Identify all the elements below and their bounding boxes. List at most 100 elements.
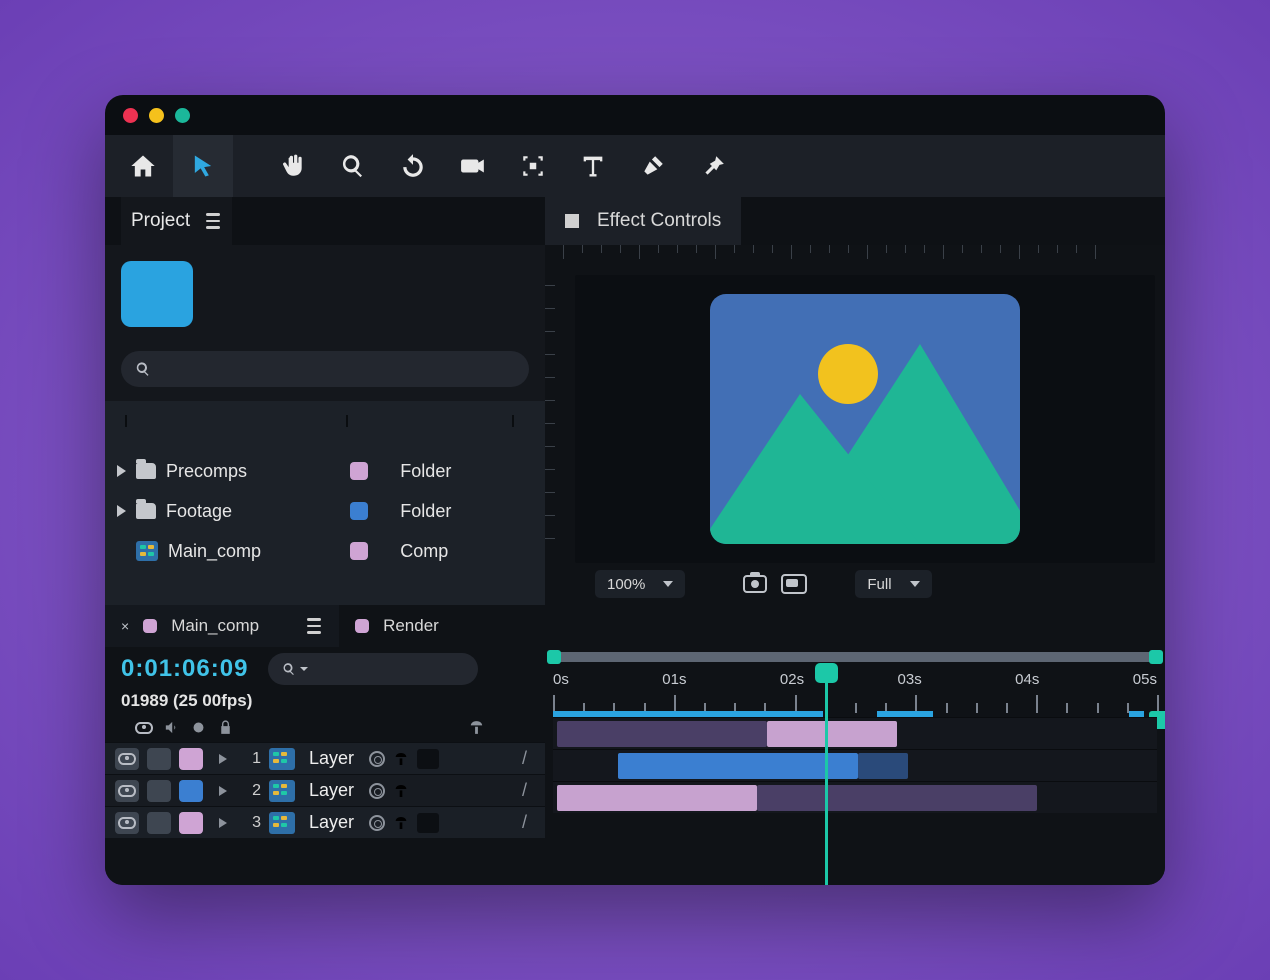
work-area-range[interactable]: [553, 652, 1157, 662]
project-tab[interactable]: Project: [121, 197, 232, 245]
maximize-window-button[interactable]: [175, 108, 190, 123]
audio-column-icon[interactable]: [163, 719, 180, 736]
project-bins: Precomps Footage Main_comp: [105, 401, 545, 605]
bin-type-comp[interactable]: Comp: [350, 537, 533, 565]
layer-index: 2: [243, 782, 261, 800]
selection-tool[interactable]: [173, 135, 233, 197]
shy-toggle-icon[interactable]: [393, 751, 409, 767]
visibility-toggle[interactable]: [115, 812, 139, 834]
clip[interactable]: [618, 753, 858, 779]
text-tool[interactable]: [563, 135, 623, 197]
bin-footage[interactable]: Footage: [117, 497, 340, 525]
layer-index: 1: [243, 750, 261, 768]
minimize-window-button[interactable]: [149, 108, 164, 123]
time-label: 05s: [1133, 671, 1157, 688]
pin-tool[interactable]: [683, 135, 743, 197]
track-2[interactable]: [553, 749, 1157, 781]
audio-toggle[interactable]: [147, 748, 171, 770]
close-tab-button[interactable]: ×: [121, 618, 129, 634]
clip[interactable]: [557, 785, 757, 811]
layer-color-swatch[interactable]: [179, 780, 203, 802]
zoom-tool[interactable]: [323, 135, 383, 197]
resolution-dropdown[interactable]: Full: [855, 570, 931, 598]
layer-color-swatch[interactable]: [179, 812, 203, 834]
bin-label: Main_comp: [168, 541, 261, 562]
layer-row[interactable]: 3 Layer /: [105, 806, 545, 838]
timeline-tracks: [545, 717, 1165, 813]
app-window: Project Precomps: [105, 95, 1165, 885]
bin-type-folder-2[interactable]: Folder: [350, 497, 533, 525]
timeline-tab-render[interactable]: Render: [339, 605, 455, 647]
work-area-start-handle[interactable]: [547, 650, 561, 664]
snapshot-button[interactable]: [743, 575, 767, 593]
bin-main-comp[interactable]: Main_comp: [117, 537, 340, 565]
solo-toggle[interactable]: [211, 780, 235, 802]
app-body: Project Precomps: [105, 197, 1165, 885]
parent-link-icon[interactable]: /: [522, 780, 527, 801]
visibility-column-icon[interactable]: [135, 722, 153, 734]
layer-row[interactable]: 2 Layer /: [105, 774, 545, 806]
folder-icon: [136, 463, 156, 479]
timeline-tab-label: Render: [383, 616, 439, 636]
viewer-tabs: Effect Controls: [545, 197, 1165, 245]
parent-link-icon[interactable]: /: [522, 748, 527, 769]
layers-panel: × Main_comp Render 0:01:06:09: [105, 605, 545, 885]
fx-indicator-icon[interactable]: [369, 751, 385, 767]
blend-mode-cell[interactable]: [417, 781, 439, 801]
clip[interactable]: [557, 721, 767, 747]
zoom-dropdown[interactable]: 100%: [595, 570, 685, 598]
pen-tool[interactable]: [623, 135, 683, 197]
color-swatch: [350, 542, 368, 560]
visibility-toggle[interactable]: [115, 748, 139, 770]
layer-name-label: Layer: [309, 812, 361, 833]
project-panel-menu-icon[interactable]: [204, 213, 222, 229]
timeline-tab-main[interactable]: × Main_comp: [105, 605, 339, 647]
layer-row[interactable]: 1 Layer /: [105, 742, 545, 774]
timeline-panel-menu-icon[interactable]: [305, 618, 323, 634]
time-ruler[interactable]: 0s 01s 02s 03s 04s 05s: [545, 667, 1165, 717]
shy-toggle-icon[interactable]: [393, 815, 409, 831]
solo-toggle[interactable]: [211, 748, 235, 770]
project-search-input[interactable]: [121, 351, 529, 387]
shy-toggle-icon[interactable]: [393, 783, 409, 799]
selected-item-thumbnail[interactable]: [121, 261, 193, 327]
region-tool[interactable]: [503, 135, 563, 197]
blend-mode-cell[interactable]: [417, 749, 439, 769]
composition-viewport[interactable]: [575, 275, 1155, 563]
camera-tool[interactable]: [443, 135, 503, 197]
hand-tool[interactable]: [263, 135, 323, 197]
bin-type-folder-1[interactable]: Folder: [350, 457, 533, 485]
home-tool[interactable]: [113, 135, 173, 197]
parent-link-icon[interactable]: /: [522, 812, 527, 833]
bin-precomps[interactable]: Precomps: [117, 457, 340, 485]
layer-color-swatch[interactable]: [179, 748, 203, 770]
timeline-tabs: × Main_comp Render: [105, 605, 545, 647]
current-timecode[interactable]: 0:01:06:09: [121, 655, 248, 683]
work-area-bar[interactable]: [545, 647, 1165, 667]
layer-name-label: Layer: [309, 748, 361, 769]
fx-indicator-icon[interactable]: [369, 783, 385, 799]
lock-column-icon[interactable]: [217, 719, 234, 736]
channel-button[interactable]: [781, 574, 807, 594]
playhead[interactable]: [825, 667, 828, 885]
visibility-toggle[interactable]: [115, 780, 139, 802]
track-3[interactable]: [553, 781, 1157, 813]
timeline-search-input[interactable]: [268, 653, 478, 685]
track-1[interactable]: [553, 717, 1157, 749]
search-icon: [282, 662, 296, 676]
chevron-down-icon: [663, 581, 673, 587]
rotate-tool[interactable]: [383, 135, 443, 197]
fx-indicator-icon[interactable]: [369, 815, 385, 831]
clip[interactable]: [757, 785, 1037, 811]
solo-column-icon[interactable]: [190, 719, 207, 736]
blend-mode-cell[interactable]: [417, 813, 439, 833]
work-area-end-handle[interactable]: [1149, 650, 1163, 664]
close-window-button[interactable]: [123, 108, 138, 123]
audio-toggle[interactable]: [147, 812, 171, 834]
effect-controls-tab[interactable]: Effect Controls: [545, 197, 741, 245]
clip[interactable]: [767, 721, 897, 747]
shy-column-icon[interactable]: [468, 719, 485, 736]
clip[interactable]: [858, 753, 908, 779]
audio-toggle[interactable]: [147, 780, 171, 802]
solo-toggle[interactable]: [211, 812, 235, 834]
